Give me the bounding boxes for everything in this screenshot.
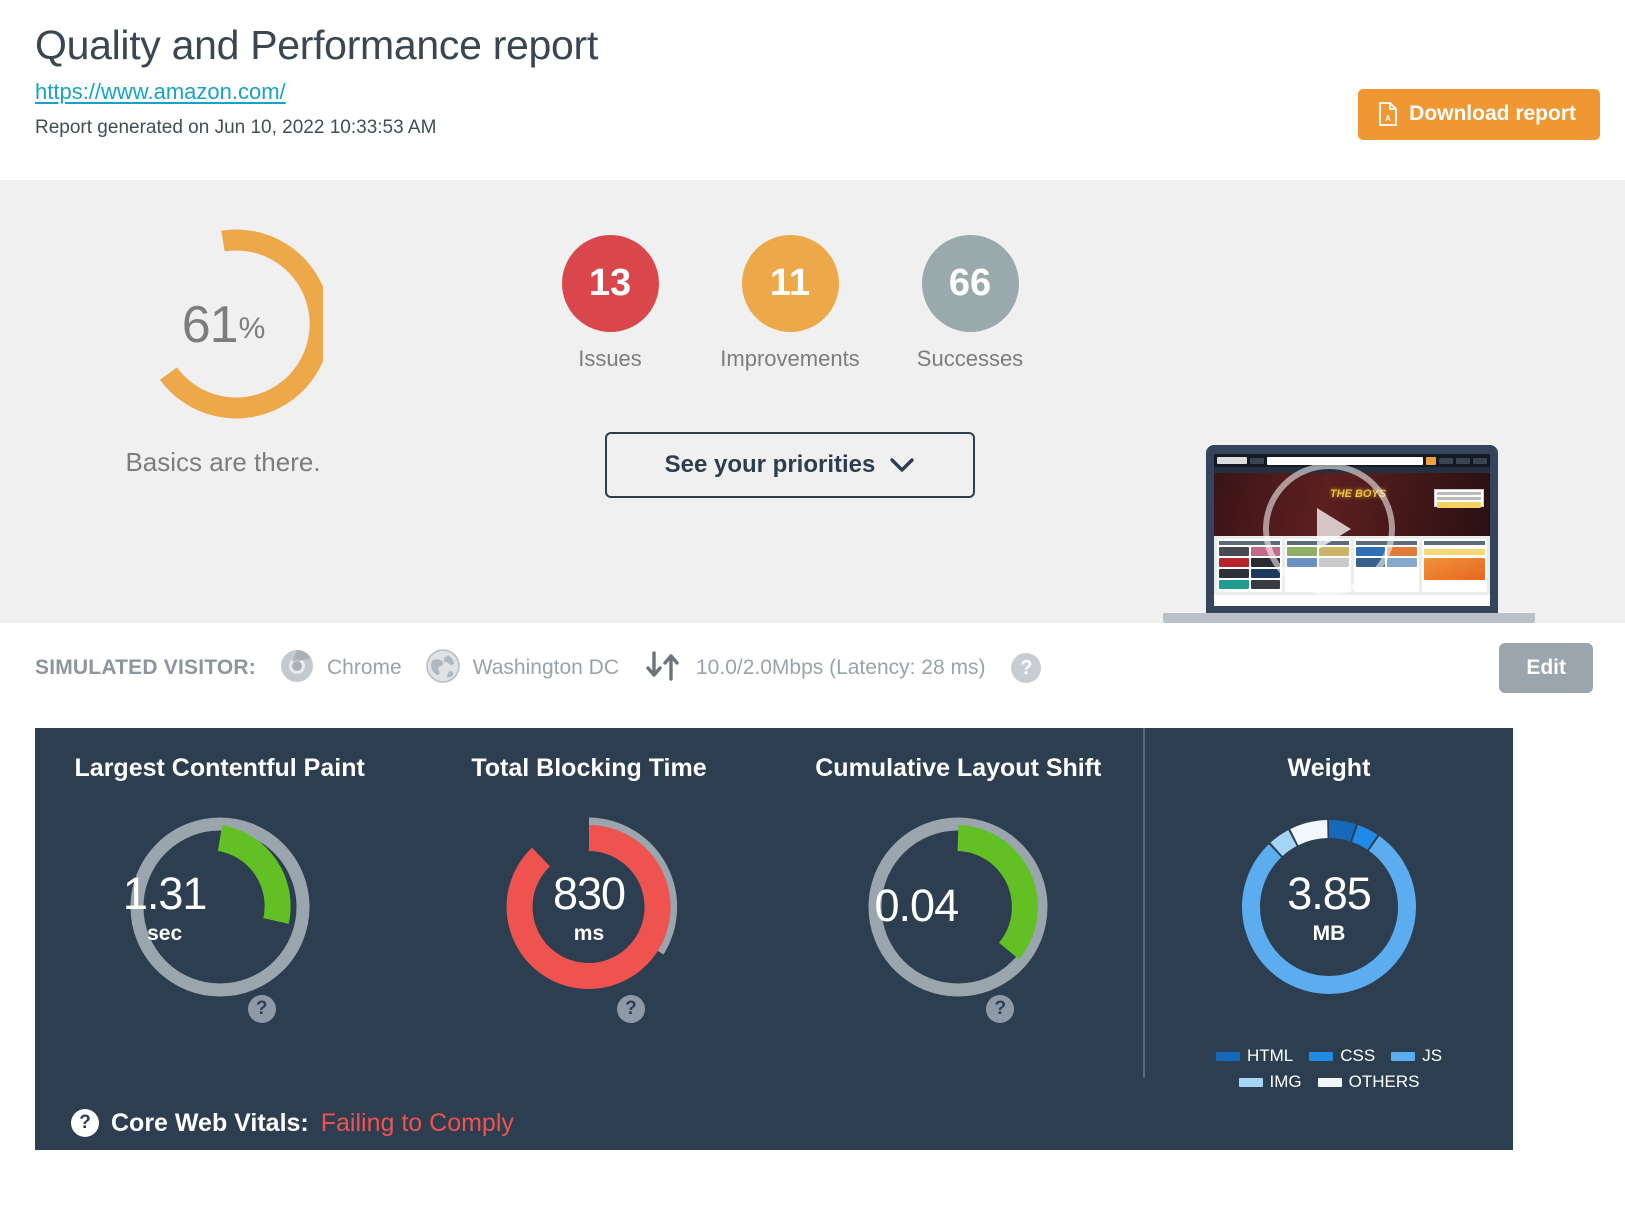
preview-tooltip (1434, 489, 1484, 507)
visitor-location: Washington DC (426, 649, 619, 688)
weight-legend: HTML CSS JS I (1145, 1046, 1513, 1092)
edit-visitor-button[interactable]: Edit (1499, 643, 1593, 693)
quality-score-value: 61 % (123, 225, 323, 425)
simulated-visitor-label: SIMULATED VISITOR: (35, 656, 256, 680)
report-header: Quality and Performance report https://w… (0, 0, 1625, 180)
visitor-help-icon[interactable]: ? (1011, 653, 1041, 683)
stat-issues-circle: 13 (562, 235, 659, 332)
download-report-label: Download report (1409, 102, 1576, 126)
legend-item-img: IMG (1239, 1072, 1302, 1092)
summary-band: 61 % Basics are there. 13 Issues 11 Impr… (0, 180, 1625, 623)
metrics-row: Largest Contentful Paint 1.31 sec ? (35, 728, 1513, 1078)
metric-total-blocking-time: Total Blocking Time 830 ms ? (404, 728, 773, 1078)
legend-item-js: JS (1391, 1046, 1442, 1066)
visitor-connection: 10.0/2.0Mbps (Latency: 28 ms) (643, 649, 985, 688)
weight-legend-row-2: IMG OTHERS (1239, 1072, 1420, 1092)
legend-swatch-others (1318, 1078, 1342, 1087)
legend-item-html: HTML (1216, 1046, 1293, 1066)
metric-tbt-gauge: 830 ms ? (489, 807, 689, 1007)
report-page: Quality and Performance report https://w… (0, 0, 1625, 1210)
core-web-vitals-label: Core Web Vitals: (111, 1109, 309, 1138)
globe-icon (426, 649, 460, 688)
score-caption: Basics are there. (88, 447, 358, 478)
stat-successes[interactable]: 66 Successes (890, 235, 1050, 372)
site-url-link[interactable]: https://www.amazon.com/ (35, 79, 286, 105)
svg-text:A: A (1385, 114, 1391, 123)
metric-cls-gauge: 0.04 ? (858, 807, 1058, 1007)
page-preview-thumbnail[interactable]: THE BOYS (1163, 445, 1535, 645)
weight-legend-row-1: HTML CSS JS (1216, 1046, 1442, 1066)
audit-stats-block: 13 Issues 11 Improvements 66 Successes S… (530, 235, 1050, 498)
legend-label-img: IMG (1270, 1072, 1302, 1092)
metric-cls-title: Cumulative Layout Shift (774, 754, 1143, 783)
metric-weight: Weight 3.85 MB (1143, 728, 1513, 1078)
audit-stats-row: 13 Issues 11 Improvements 66 Successes (530, 235, 1050, 372)
metric-lcp-help-icon[interactable]: ? (248, 995, 276, 1023)
legend-label-html: HTML (1247, 1046, 1293, 1066)
visitor-location-label: Washington DC (473, 656, 619, 680)
page-title: Quality and Performance report (35, 22, 1625, 69)
stat-issues[interactable]: 13 Issues (530, 235, 690, 372)
chevron-down-icon (889, 457, 915, 473)
metric-lcp-gauge: 1.31 sec ? (120, 807, 320, 1007)
legend-label-css: CSS (1340, 1046, 1375, 1066)
legend-label-js: JS (1422, 1046, 1442, 1066)
legend-item-css: CSS (1309, 1046, 1375, 1066)
legend-swatch-js (1391, 1052, 1415, 1061)
metric-tbt-help-icon[interactable]: ? (617, 995, 645, 1023)
play-button-icon[interactable] (1263, 463, 1395, 595)
quality-score-block: 61 % Basics are there. (88, 200, 358, 478)
download-upload-arrows-icon (643, 649, 683, 688)
stat-issues-label: Issues (530, 346, 690, 372)
see-your-priorities-label: See your priorities (665, 451, 876, 479)
core-web-vitals-panel: Largest Contentful Paint 1.31 sec ? (35, 728, 1513, 1150)
simulated-visitor-bar: SIMULATED VISITOR: Chrome (0, 623, 1625, 713)
stat-improvements-label: Improvements (710, 346, 870, 372)
metric-weight-donut: 3.85 MB (1229, 807, 1429, 1007)
legend-label-others: OTHERS (1349, 1072, 1420, 1092)
quality-score-gauge: 61 % (123, 225, 323, 425)
score-percent-symbol: % (239, 312, 265, 346)
core-web-vitals-status-row: ? Core Web Vitals: Failing to Comply (35, 1097, 1513, 1151)
stat-improvements-circle: 11 (742, 235, 839, 332)
visitor-browser: Chrome (280, 649, 402, 688)
core-web-vitals-status: Failing to Comply (321, 1109, 514, 1138)
metric-largest-contentful-paint: Largest Contentful Paint 1.31 sec ? (35, 728, 404, 1078)
metric-tbt-title: Total Blocking Time (404, 754, 773, 783)
chrome-icon (280, 649, 314, 688)
pdf-file-icon: A (1378, 102, 1398, 126)
legend-swatch-img (1239, 1078, 1263, 1087)
see-your-priorities-button[interactable]: See your priorities (605, 432, 975, 498)
metric-cls-help-icon[interactable]: ? (986, 995, 1014, 1023)
legend-swatch-html (1216, 1052, 1240, 1061)
core-web-vitals-help-icon[interactable]: ? (71, 1109, 99, 1137)
stat-improvements[interactable]: 11 Improvements (710, 235, 870, 372)
visitor-connection-label: 10.0/2.0Mbps (Latency: 28 ms) (696, 656, 985, 680)
stat-successes-circle: 66 (922, 235, 1019, 332)
legend-swatch-css (1309, 1052, 1333, 1061)
legend-item-others: OTHERS (1318, 1072, 1420, 1092)
visitor-browser-label: Chrome (327, 656, 402, 680)
preview-nav (1214, 454, 1490, 467)
score-number: 61 (182, 295, 238, 355)
metric-lcp-title: Largest Contentful Paint (35, 754, 404, 783)
metric-weight-title: Weight (1145, 754, 1513, 783)
stat-successes-label: Successes (890, 346, 1050, 372)
metric-cumulative-layout-shift: Cumulative Layout Shift 0.04 ? (774, 728, 1143, 1078)
download-report-button[interactable]: A Download report (1358, 89, 1600, 140)
